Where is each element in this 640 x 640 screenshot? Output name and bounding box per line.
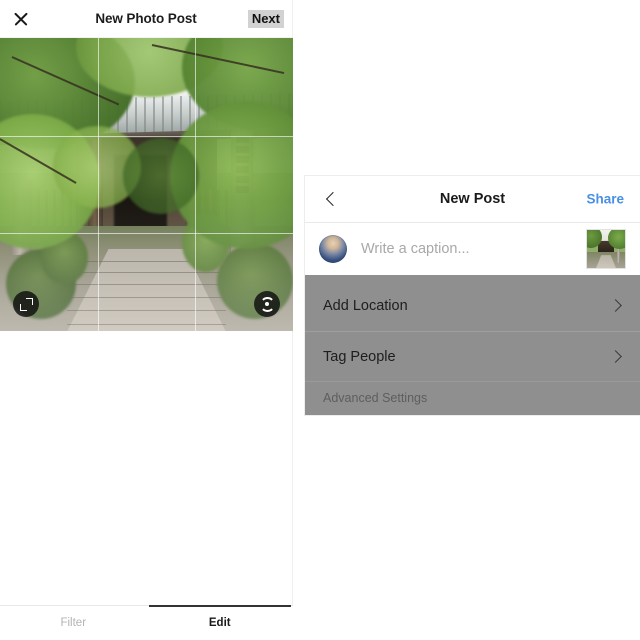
step-edge (67, 272, 226, 274)
rotate-icon[interactable] (254, 291, 280, 317)
caption-row (305, 223, 640, 275)
advanced-settings-row[interactable]: Advanced Settings (305, 381, 640, 413)
page-title: New Photo Post (95, 11, 197, 26)
caption-input[interactable] (359, 240, 576, 258)
photo-editor-screen: New Photo Post Next Filter Edit (0, 0, 293, 640)
editor-tab-bar: Filter Edit (0, 605, 293, 640)
post-options-block: Add Location Tag People Advanced Setting… (305, 275, 640, 415)
chevron-right-icon (610, 300, 622, 312)
next-button[interactable]: Next (247, 9, 284, 28)
close-icon[interactable] (11, 9, 31, 29)
chevron-left-icon[interactable] (323, 191, 339, 207)
tab-filter[interactable]: Filter (0, 606, 147, 640)
new-post-header: New Post Share (305, 176, 640, 223)
step-edge (67, 310, 226, 312)
add-location-row[interactable]: Add Location (305, 281, 640, 331)
photo-preview[interactable] (0, 38, 293, 331)
post-thumbnail[interactable] (586, 229, 626, 269)
step-edge (67, 284, 226, 286)
add-location-label: Add Location (323, 298, 408, 314)
expand-icon[interactable] (13, 291, 39, 317)
step-edge (67, 297, 226, 299)
chevron-right-icon (610, 351, 622, 363)
avatar (319, 235, 347, 263)
editor-header: New Photo Post Next (0, 0, 292, 38)
photo-artwork (0, 38, 293, 331)
tree-foliage (123, 137, 200, 214)
tag-people-label: Tag People (323, 348, 396, 365)
advanced-settings-label: Advanced Settings (323, 390, 428, 405)
step-edge (67, 323, 226, 325)
new-post-title: New Post (439, 191, 506, 207)
tab-edit[interactable]: Edit (147, 605, 294, 640)
share-button[interactable]: Share (586, 192, 624, 207)
tag-people-row[interactable]: Tag People (305, 331, 640, 381)
new-post-panel: New Post Share Add Location Tag People A… (305, 176, 640, 415)
